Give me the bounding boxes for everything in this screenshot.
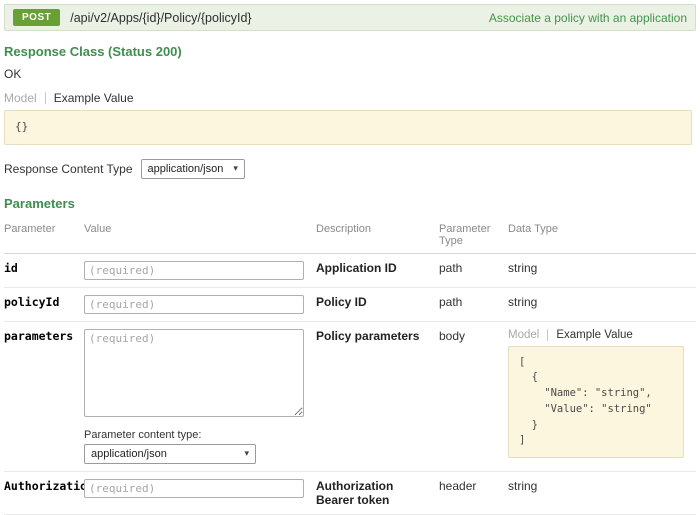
response-tabs: Model Example Value xyxy=(4,91,696,105)
example-value-tab[interactable]: Example Value xyxy=(54,91,134,105)
tab-divider xyxy=(547,329,548,341)
col-description: Description xyxy=(316,217,439,254)
param-data-type-tabs: Model Example Value xyxy=(508,329,686,341)
param-name: policyId xyxy=(4,287,84,321)
operation-header[interactable]: POST /api/v2/Apps/{id}/Policy/{policyId}… xyxy=(4,4,696,31)
param-data-type: string xyxy=(508,253,696,287)
param-description: Policy parameters xyxy=(316,321,439,471)
table-row: id Application ID path string xyxy=(4,253,696,287)
tab-divider xyxy=(45,92,46,104)
param-body-textarea[interactable] xyxy=(84,329,304,417)
response-class-title: Response Class (Status 200) xyxy=(4,44,696,59)
dropdown-arrow-icon: ▾ xyxy=(233,163,238,174)
response-content-type-select[interactable]: application/json ▾ xyxy=(141,159,245,179)
col-value: Value xyxy=(84,217,316,254)
endpoint-summary-link[interactable]: Associate a policy with an application xyxy=(489,11,687,25)
method-badge[interactable]: POST xyxy=(13,9,60,26)
col-parameter: Parameter xyxy=(4,217,84,254)
col-data-type: Data Type xyxy=(508,217,696,254)
param-name: id xyxy=(4,253,84,287)
parameters-title: Parameters xyxy=(4,196,696,211)
table-header-row: Parameter Value Description Parameter Ty… xyxy=(4,217,696,254)
param-type: path xyxy=(439,253,508,287)
param-policyid-input[interactable] xyxy=(84,295,304,314)
response-status-text: OK xyxy=(4,67,696,81)
endpoint-path[interactable]: /api/v2/Apps/{id}/Policy/{policyId} xyxy=(70,11,251,25)
param-description: Policy ID xyxy=(316,287,439,321)
param-type: body xyxy=(439,321,508,471)
model-tab[interactable]: Model xyxy=(508,329,539,341)
col-parameter-type: Parameter Type xyxy=(439,217,508,254)
model-tab[interactable]: Model xyxy=(4,91,37,105)
param-content-type-select[interactable]: application/json ▾ xyxy=(84,444,256,464)
param-type: path xyxy=(439,287,508,321)
parameters-table: Parameter Value Description Parameter Ty… xyxy=(4,217,696,515)
param-name: Authorization xyxy=(4,471,84,514)
param-description: Application ID xyxy=(316,253,439,287)
dropdown-arrow-icon: ▾ xyxy=(244,448,249,459)
param-type: header xyxy=(439,471,508,514)
selected-content-type: application/json xyxy=(148,163,224,175)
response-content-type-label: Response Content Type xyxy=(4,162,133,176)
param-name: parameters xyxy=(4,321,84,471)
table-row: parameters Parameter content type: appli… xyxy=(4,321,696,471)
example-value-tab[interactable]: Example Value xyxy=(556,329,633,341)
param-data-type: string xyxy=(508,287,696,321)
param-authorization-input[interactable] xyxy=(84,479,304,498)
param-content-type-label: Parameter content type: xyxy=(84,429,306,441)
param-data-type: string xyxy=(508,471,696,514)
param-example-code[interactable]: [ { "Name": "string", "Value": "string" … xyxy=(508,346,684,459)
response-example-code: {} xyxy=(4,110,692,145)
table-row: Authorization Authorization Bearer token… xyxy=(4,471,696,514)
table-row: policyId Policy ID path string xyxy=(4,287,696,321)
param-id-input[interactable] xyxy=(84,261,304,280)
param-description: Authorization Bearer token xyxy=(316,471,439,514)
selected-content-type: application/json xyxy=(91,448,167,460)
